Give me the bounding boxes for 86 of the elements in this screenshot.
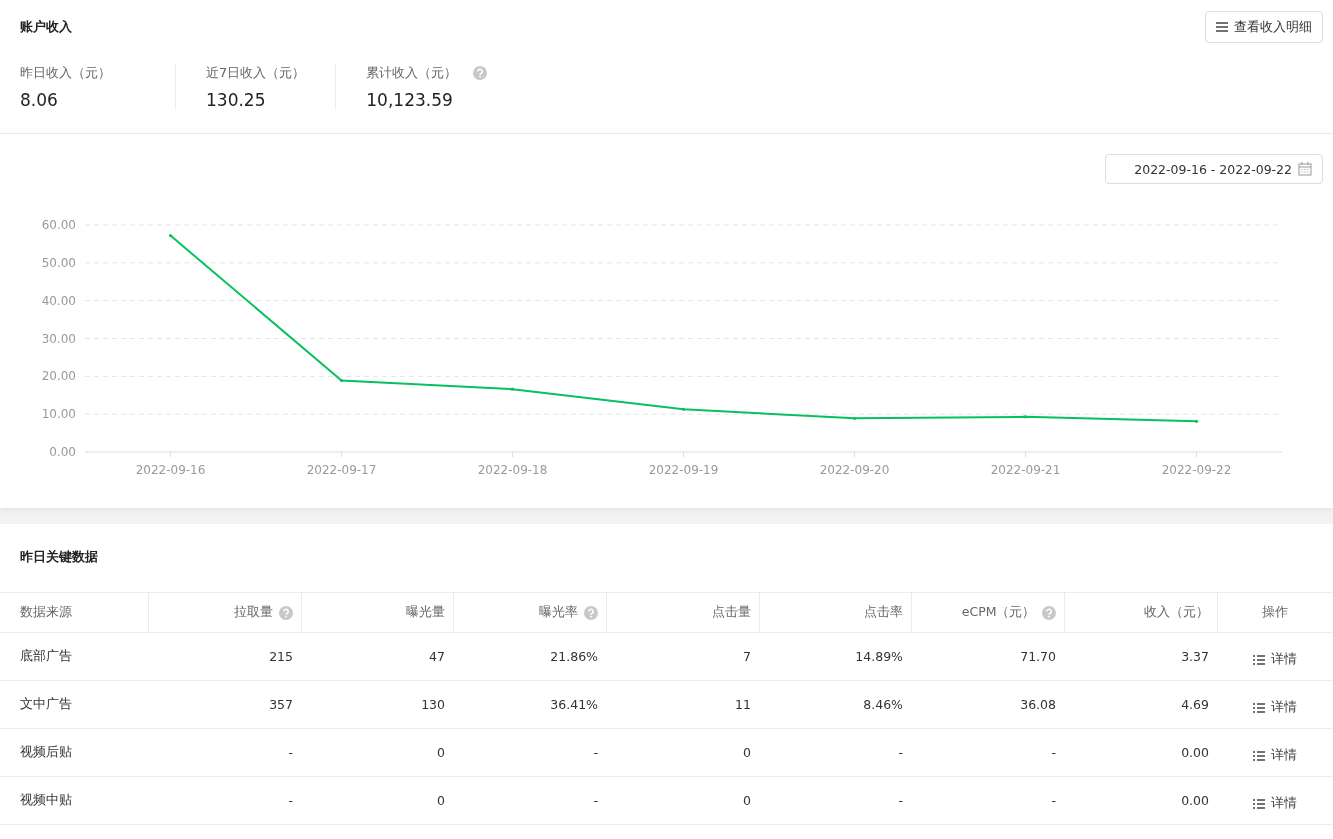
table-cell: 底部广告: [0, 632, 148, 681]
stat-label: 昨日收入（元）: [20, 64, 111, 82]
table-cell: 0.00: [1064, 728, 1217, 777]
help-icon[interactable]: [473, 66, 488, 80]
column-header: 曝光量: [405, 604, 445, 621]
data-point: [681, 407, 686, 411]
table-cell: 4.69: [1064, 680, 1217, 729]
table-cell: 14.89%: [759, 632, 911, 681]
x-tick-label: 2022-09-17: [306, 463, 377, 477]
data-point: [168, 234, 173, 238]
help-icon[interactable]: [1041, 605, 1056, 620]
table-cell: 7: [606, 632, 759, 681]
table-cell: 视频后贴: [0, 728, 148, 777]
data-point: [1194, 419, 1199, 423]
column-header: 曝光率: [538, 604, 578, 621]
section-title: 账户收入: [20, 18, 72, 36]
table-cell: 文中广告: [0, 680, 148, 729]
x-tick-label: 2022-09-20: [819, 463, 890, 477]
detail-link[interactable]: 详情: [1253, 741, 1297, 764]
table-cell: 71.70: [911, 632, 1064, 681]
table-cell: 36.41%: [453, 680, 606, 729]
data-point: [852, 416, 857, 420]
table-cell: 0: [606, 728, 759, 777]
list-icon: [1253, 654, 1265, 665]
y-tick-label: 50.00: [41, 255, 76, 270]
column-header: 点击量: [711, 604, 751, 621]
column-header: 操作: [1262, 604, 1289, 621]
income-detail-button[interactable]: 查看收入明细: [1205, 11, 1323, 43]
table-cell: 0: [301, 728, 453, 777]
calendar-icon: [1298, 162, 1312, 176]
column-header: 拉取量: [233, 604, 273, 621]
help-icon[interactable]: [278, 605, 293, 620]
detail-link[interactable]: 详情: [1253, 693, 1297, 716]
column-header: 数据来源: [20, 604, 72, 621]
data-point: [510, 387, 515, 391]
date-range-picker[interactable]: 2022-09-16 - 2022-09-22: [1105, 154, 1323, 184]
table-cell: -: [911, 728, 1064, 777]
list-icon: [1253, 798, 1265, 809]
y-tick-label: 20.00: [41, 369, 76, 384]
column-header: 收入（元）: [1143, 604, 1209, 621]
list-icon: [1253, 702, 1265, 713]
y-tick-label: 60.00: [41, 218, 76, 232]
table-cell: 215: [148, 632, 301, 681]
y-tick-label: 0.00: [49, 445, 76, 459]
stat-value: 130.25: [206, 90, 267, 110]
table-cell: 视频中贴: [0, 776, 148, 825]
help-icon[interactable]: [583, 605, 598, 620]
table-cell: 47: [301, 632, 453, 681]
table-cell: 0: [301, 776, 453, 825]
detail-link[interactable]: 详情: [1253, 645, 1297, 668]
table-cell: 3.37: [1064, 632, 1217, 681]
table-cell: -: [453, 776, 606, 825]
stat-label: 累计收入（元）: [366, 64, 458, 82]
table-cell: 8.46%: [759, 680, 911, 729]
data-point: [1023, 415, 1028, 419]
y-tick-label: 30.00: [41, 331, 76, 346]
y-tick-label: 40.00: [41, 293, 76, 308]
stat-value: 8.06: [20, 90, 59, 110]
x-tick-label: 2022-09-18: [477, 463, 548, 477]
detail-link[interactable]: 详情: [1253, 789, 1297, 812]
x-tick-label: 2022-09-19: [648, 463, 719, 477]
table-cell: -: [148, 776, 301, 825]
list-icon: [1253, 750, 1265, 761]
x-tick-label: 2022-09-21: [990, 463, 1061, 477]
y-tick-label: 10.00: [41, 407, 76, 422]
table-cell: -: [148, 728, 301, 777]
table-cell: -: [759, 776, 911, 825]
table-cell: 21.86%: [453, 632, 606, 681]
table-cell: 0: [606, 776, 759, 825]
data-point: [339, 378, 344, 383]
column-header: 点击率: [863, 604, 903, 621]
menu-icon: [1216, 22, 1228, 32]
column-header: eCPM（元）: [961, 604, 1036, 621]
table-cell: -: [453, 728, 606, 777]
table-cell: 11: [606, 680, 759, 729]
x-tick-label: 2022-09-22: [1161, 463, 1232, 477]
table-cell: 0.00: [1064, 776, 1217, 825]
table-cell: 36.08: [911, 680, 1064, 729]
table-cell: -: [911, 776, 1064, 825]
stat-value: 10,123.59: [366, 90, 454, 110]
x-tick-label: 2022-09-16: [135, 463, 206, 477]
stat-label: 近7日收入（元）: [206, 64, 306, 82]
table-cell: 357: [148, 680, 301, 729]
table-cell: 130: [301, 680, 453, 729]
table-cell: -: [759, 728, 911, 777]
section-title: 昨日关键数据: [19, 548, 99, 566]
